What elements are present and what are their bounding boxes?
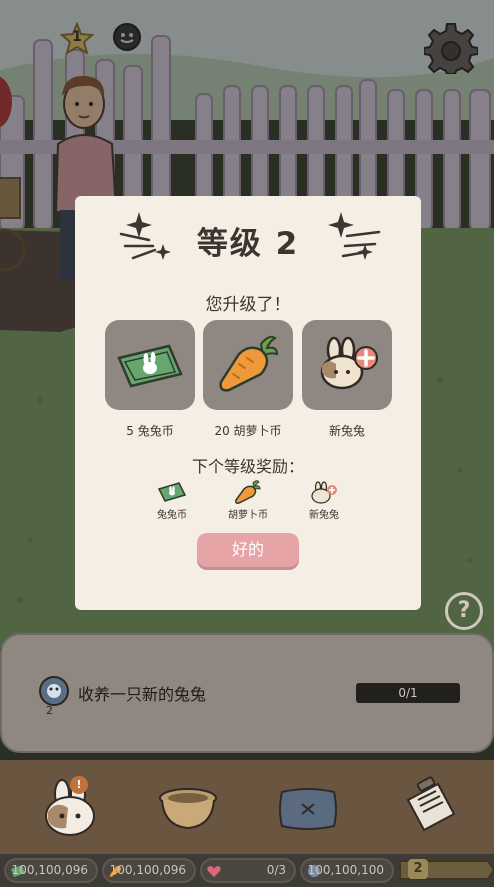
reward-box-bunny-coin <box>105 320 195 410</box>
player-level-number: 2 <box>408 859 428 879</box>
reward-label-new-bunny: 新兔兔 <box>328 424 365 438</box>
bunny-coins-counter[interactable]: 100,100,096 <box>4 858 98 883</box>
gear-icon[interactable] <box>423 20 479 75</box>
food-bowl-icon <box>159 788 217 830</box>
carrot-coins-value: 100,100,096 <box>109 863 186 877</box>
hearts-value: 0/3 <box>266 863 286 877</box>
reward-label-bunny-coin: 5 兔兔币 <box>126 424 174 438</box>
ok-button[interactable]: 好的 <box>197 533 299 567</box>
quest-description: 收养一只新的兔兔 <box>78 685 207 704</box>
carrot-icon <box>235 480 261 504</box>
bunny-ball-icon <box>39 676 69 706</box>
player-level-badge[interactable]: 2 <box>398 857 494 883</box>
bottom-nav <box>0 760 494 854</box>
bunny-coin-icon <box>117 344 183 388</box>
sparkle-icon <box>328 212 381 260</box>
cushion-icon <box>279 788 337 830</box>
new-bunny-icon <box>311 481 337 504</box>
new-bunny-icon <box>320 336 378 390</box>
carrot-icon <box>219 335 279 392</box>
bunny-coins-value: 100,100,096 <box>11 863 88 877</box>
next-level-rewards-title: 下个等级奖励： <box>191 457 304 476</box>
nav-tasks-button[interactable] <box>398 774 462 838</box>
quest-progress-bar: 0/1 <box>356 683 460 703</box>
heart-icon <box>207 866 221 877</box>
reward-box-new-bunny <box>302 320 392 410</box>
quest-panel: 2 收养一只新的兔兔 0/1 <box>0 633 494 753</box>
quest-icon-count: 2 <box>46 704 53 717</box>
carrot-coins-counter[interactable]: 100,100,096 <box>102 858 196 883</box>
hearts-counter[interactable]: 0/3 <box>200 858 296 883</box>
help-icon[interactable]: ? <box>445 592 483 630</box>
next-reward-label-carrot: 胡萝卜币 <box>228 510 268 521</box>
smile-face-icon[interactable] <box>112 22 142 52</box>
bunny-coin-icon <box>157 482 187 502</box>
star-level-badge[interactable]: 1 <box>59 21 95 56</box>
clipboard-icon <box>406 776 456 832</box>
gems-value: 100,100,100 <box>307 863 384 877</box>
level-up-message: 您升级了！ <box>205 295 291 315</box>
reward-box-carrot <box>203 320 293 410</box>
notification-badge: ! <box>70 776 88 794</box>
reward-label-carrot: 20 胡萝卜币 <box>214 424 282 438</box>
gems-counter[interactable]: 100,100,100 <box>300 858 394 883</box>
level-up-dialog: 等级 2 您升级了！ 5 兔兔币 20 胡萝卜币 新兔兔 下个等级奖励： 兔兔币… <box>75 196 421 610</box>
star-level-number: 1 <box>72 29 82 45</box>
next-reward-label-bunny-coin: 兔兔币 <box>157 510 187 521</box>
next-reward-label-new-bunny: 新兔兔 <box>309 510 339 521</box>
nav-food-bowl-button[interactable] <box>156 774 220 838</box>
nav-cushion-button[interactable] <box>276 774 340 838</box>
